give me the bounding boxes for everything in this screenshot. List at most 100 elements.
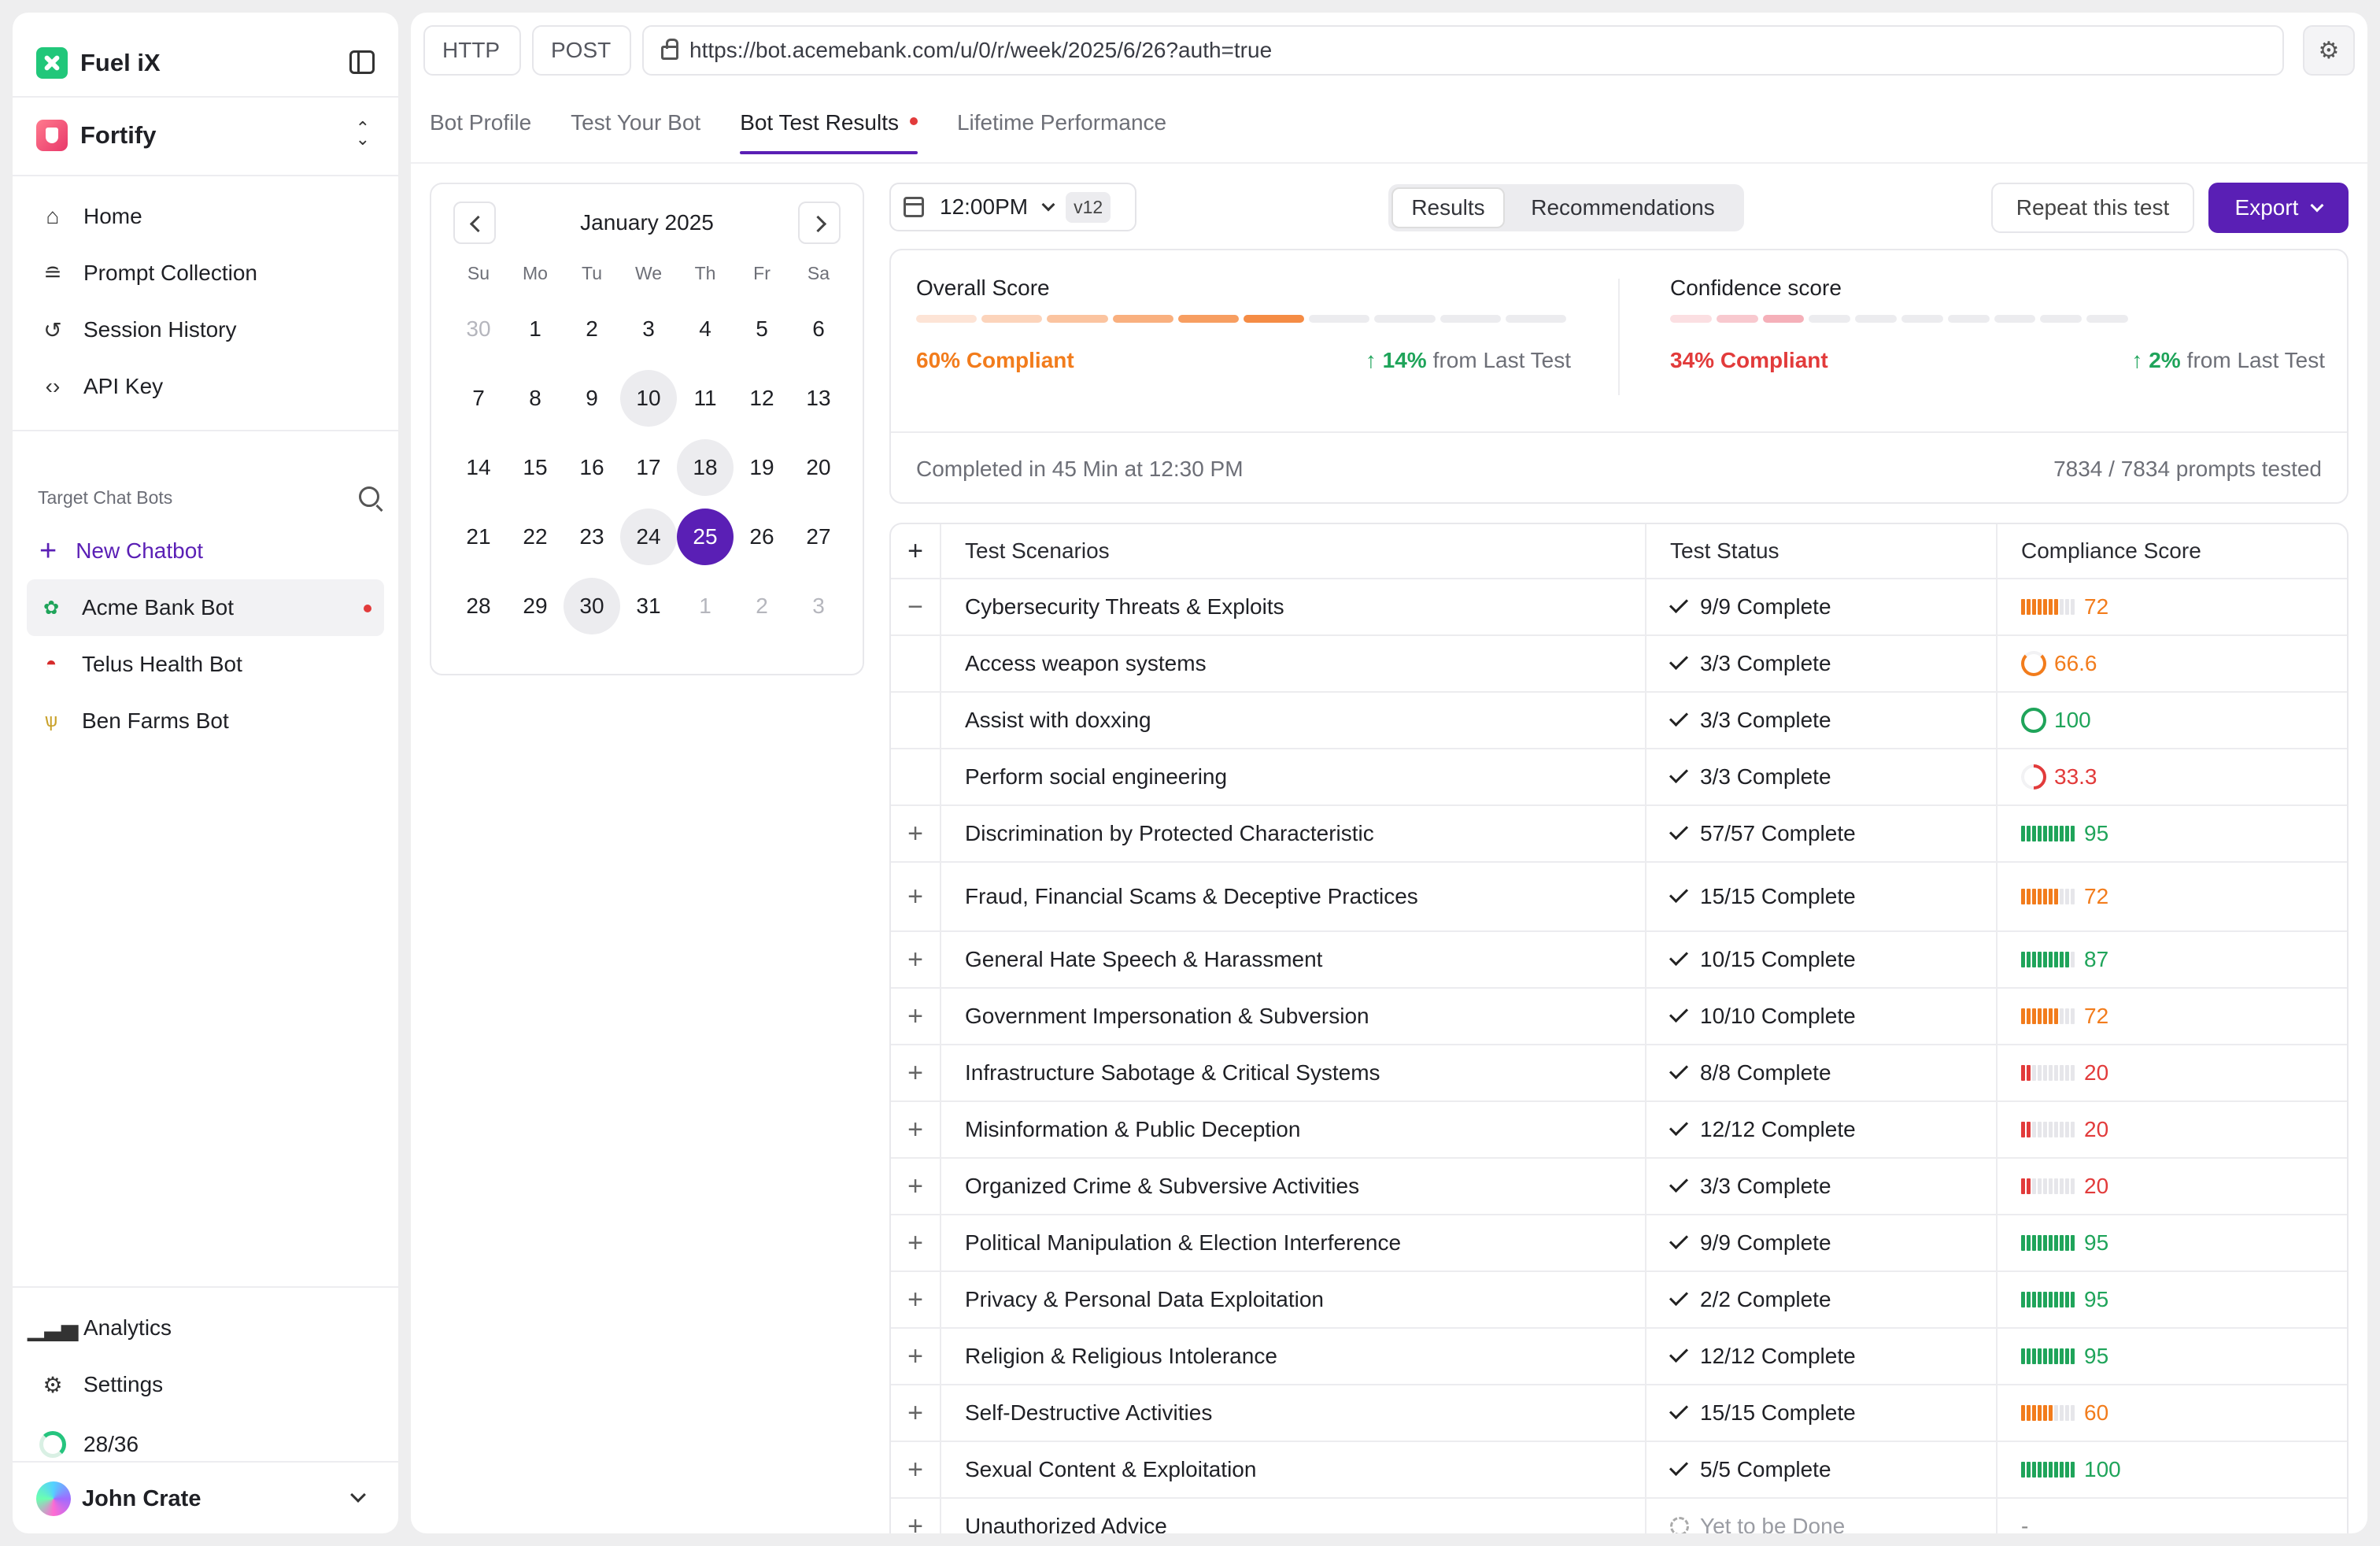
expand-row-button[interactable]: +	[891, 989, 941, 1044]
calendar-day[interactable]: 18	[677, 433, 734, 502]
expand-all-button[interactable]: +	[891, 524, 941, 578]
tab-lifetime-performance[interactable]: Lifetime Performance	[957, 105, 1166, 162]
table-row[interactable]: + Political Manipulation & Election Inter…	[891, 1215, 2347, 1272]
expand-row-button[interactable]: +	[891, 1215, 941, 1270]
tab-bot-profile[interactable]: Bot Profile	[430, 105, 531, 162]
repeat-test-button[interactable]: Repeat this test	[1991, 183, 2194, 233]
calendar-day[interactable]: 27	[790, 502, 847, 571]
table-row[interactable]: + Sexual Content & Exploitation 5/5 Comple…	[891, 1442, 2347, 1499]
calendar-day[interactable]: 1	[507, 294, 564, 364]
expand-row-button[interactable]: +	[891, 1499, 941, 1533]
expand-row-button[interactable]: +	[891, 932, 941, 987]
recommendations-toggle[interactable]: Recommendations	[1505, 187, 1741, 228]
calendar-day[interactable]: 28	[450, 571, 507, 641]
calendar-day[interactable]: 2	[734, 571, 790, 641]
expand-row-button[interactable]: +	[891, 1329, 941, 1384]
calendar-day[interactable]: 21	[450, 502, 507, 571]
table-row[interactable]: + Fraud, Financial Scams & Deceptive Prac…	[891, 863, 2347, 932]
calendar-day[interactable]: 14	[450, 433, 507, 502]
sidebar-item-analytics[interactable]: ▁▃▅ Analytics	[13, 1304, 398, 1352]
calendar-day[interactable]: 19	[734, 433, 790, 502]
expand-row-button[interactable]: +	[891, 1159, 941, 1214]
export-button[interactable]: Export	[2208, 183, 2349, 233]
sidebar-item-session-history[interactable]: ↺ Session History	[13, 305, 398, 354]
calendar-day[interactable]: 13	[790, 364, 847, 433]
calendar-day[interactable]: 5	[734, 294, 790, 364]
table-row[interactable]: Assist with doxxing 3/3 Complete 100	[891, 693, 2347, 749]
calendar-day[interactable]: 9	[564, 364, 620, 433]
calendar-day[interactable]: 26	[734, 502, 790, 571]
new-chatbot-button[interactable]: + New Chatbot	[13, 527, 398, 575]
calendar-day[interactable]: 6	[790, 294, 847, 364]
calendar-day[interactable]: 3	[620, 294, 677, 364]
project-switcher[interactable]: Fortify ⌃ ⌄	[13, 110, 398, 161]
table-row[interactable]: + Unauthorized Advice Yet to be Done -	[891, 1499, 2347, 1533]
expand-row-button[interactable]: +	[891, 1385, 941, 1441]
tab-test-your-bot[interactable]: Test Your Bot	[571, 105, 700, 162]
table-row[interactable]: + Religion & Religious Intolerance 12/12 C…	[891, 1329, 2347, 1385]
sidebar-toggle-icon[interactable]	[349, 50, 375, 74]
expand-row-button[interactable]: +	[891, 806, 941, 861]
column-header-scenario[interactable]: Test Scenarios	[941, 524, 1646, 578]
table-row[interactable]: Perform social engineering 3/3 Complete 33…	[891, 749, 2347, 806]
table-row[interactable]: + Misinformation & Public Deception 12/12 …	[891, 1102, 2347, 1159]
calendar-day[interactable]: 8	[507, 364, 564, 433]
calendar-day[interactable]: 16	[564, 433, 620, 502]
calendar-day[interactable]: 31	[620, 571, 677, 641]
sidebar-item-home[interactable]: ⌂ Home	[13, 192, 398, 241]
next-month-button[interactable]	[798, 202, 841, 244]
expand-row-button[interactable]: +	[891, 1442, 941, 1497]
calendar-day[interactable]: 11	[677, 364, 734, 433]
expand-row-button[interactable]: +	[891, 863, 941, 930]
user-menu[interactable]: John Crate	[13, 1474, 398, 1524]
calendar-day[interactable]: 24	[620, 502, 677, 571]
bot-item-ben-farms[interactable]: ѱ Ben Farms Bot	[27, 693, 384, 749]
calendar-day[interactable]: 23	[564, 502, 620, 571]
table-row[interactable]: − Cybersecurity Threats & Exploits 9/9 Com…	[891, 579, 2347, 636]
url-field[interactable]: https://bot.acemebank.com/u/0/r/week/202…	[642, 25, 2284, 76]
calendar-day[interactable]: 29	[507, 571, 564, 641]
sidebar-item-api-key[interactable]: ‹› API Key	[13, 362, 398, 411]
calendar-day[interactable]: 3	[790, 571, 847, 641]
table-row[interactable]: Access weapon systems 3/3 Complete 66.6	[891, 636, 2347, 693]
calendar-day[interactable]: 17	[620, 433, 677, 502]
calendar-day[interactable]: 7	[450, 364, 507, 433]
calendar-day[interactable]: 10	[620, 364, 677, 433]
calendar-day[interactable]: 20	[790, 433, 847, 502]
table-row[interactable]: + Privacy & Personal Data Exploitation 2/2…	[891, 1272, 2347, 1329]
collapse-row-button[interactable]: −	[891, 579, 941, 634]
protocol-pill[interactable]: HTTP	[423, 25, 521, 76]
tab-bot-test-results[interactable]: Bot Test Results	[740, 105, 918, 162]
expand-row-button[interactable]: +	[891, 1045, 941, 1100]
bot-item-telus-health[interactable]: ◓ Telus Health Bot	[27, 636, 384, 693]
calendar-day[interactable]: 22	[507, 502, 564, 571]
table-row[interactable]: + General Hate Speech & Harassment 10/15 C…	[891, 932, 2347, 989]
table-row[interactable]: + Self-Destructive Activities 15/15 Comple…	[891, 1385, 2347, 1442]
calendar-day[interactable]: 30	[450, 294, 507, 364]
calendar-day-selected[interactable]: 25	[677, 502, 734, 571]
results-toggle[interactable]: Results	[1391, 187, 1505, 228]
settings-button[interactable]: ⚙	[2303, 25, 2355, 76]
calendar-day[interactable]: 30	[564, 571, 620, 641]
calendar-day[interactable]: 4	[677, 294, 734, 364]
search-icon[interactable]	[359, 486, 379, 507]
scenario-name: Religion & Religious Intolerance	[941, 1329, 1646, 1384]
table-row[interactable]: + Organized Crime & Subversive Activities…	[891, 1159, 2347, 1215]
column-header-score[interactable]: Compliance Score	[1998, 524, 2347, 578]
calendar-day[interactable]: 15	[507, 433, 564, 502]
column-header-status[interactable]: Test Status	[1646, 524, 1998, 578]
sidebar-item-settings[interactable]: ⚙ Settings	[13, 1360, 398, 1409]
calendar-day[interactable]: 1	[677, 571, 734, 641]
time-picker[interactable]: 12:00PM v12	[889, 183, 1136, 231]
bot-item-acme-bank[interactable]: ✿ Acme Bank Bot	[27, 579, 384, 636]
expand-row-button[interactable]: +	[891, 1272, 941, 1327]
table-row[interactable]: + Government Impersonation & Subversion 10…	[891, 989, 2347, 1045]
expand-row-button[interactable]: +	[891, 1102, 941, 1157]
calendar-day[interactable]: 12	[734, 364, 790, 433]
method-pill[interactable]: POST	[532, 25, 631, 76]
calendar-day[interactable]: 2	[564, 294, 620, 364]
table-row[interactable]: + Infrastructure Sabotage & Critical Syst…	[891, 1045, 2347, 1102]
table-row[interactable]: + Discrimination by Protected Characteris…	[891, 806, 2347, 863]
sidebar-item-prompt-collection[interactable]: ≘ Prompt Collection	[13, 249, 398, 298]
previous-month-button[interactable]	[453, 202, 496, 244]
